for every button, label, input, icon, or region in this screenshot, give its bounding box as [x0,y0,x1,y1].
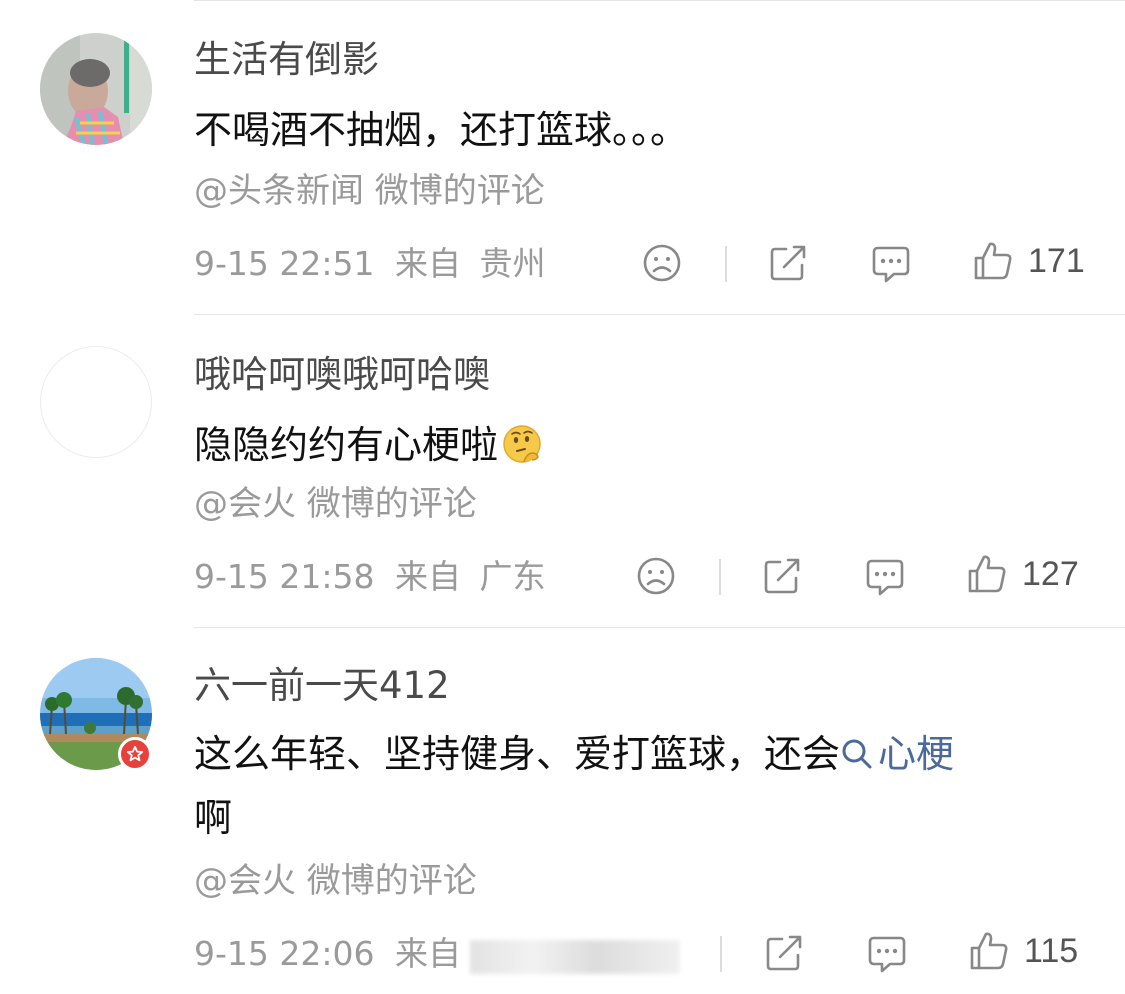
comment-location: 广东 [479,557,546,596]
like-button[interactable]: 171 [972,240,1085,282]
share-icon [766,935,802,971]
action-separator [719,559,721,595]
location-prefix: 来自 [395,934,461,973]
comment-icon [868,936,906,973]
obscured-region [470,940,680,974]
location-prefix: 来自 [395,557,461,596]
comment-icon [866,559,904,596]
comment-meta: 9-15 22:06 来自 [194,933,469,975]
avatar[interactable] [40,33,152,145]
avatar-photo [40,33,152,145]
comment-button[interactable] [870,243,912,285]
like-count: 127 [1022,554,1079,593]
dislike-button[interactable] [636,556,676,596]
comment-text: 隐隐约约有心梗啦 [194,413,1074,477]
search-icon [842,739,872,769]
comment-item-2: 哦哈呵噢哦呵哈噢 隐隐约约有心梗啦 @会火 微博的评论 9-15 21:58 来… [0,315,1125,628]
comment-source[interactable]: @会火 微博的评论 [194,483,477,525]
comment-text-content: 隐隐约约有心梗啦 [194,423,499,467]
dislike-button[interactable] [642,243,682,283]
username[interactable]: 六一前一天412 [194,664,450,708]
share-button[interactable] [768,243,810,283]
comment-item-3: 六一前一天412 这么年轻、坚持健身、爱打篮球，还会 心梗 啊 @会火 微博的评论… [0,628,1125,994]
comment-source[interactable]: @会火 微博的评论 [194,860,477,902]
share-button[interactable] [762,556,804,596]
comment-location: 贵州 [479,244,546,283]
like-icon [974,242,1012,280]
like-icon [968,555,1006,593]
like-button[interactable]: 127 [966,553,1079,595]
comment-source[interactable]: @头条新闻 微博的评论 [194,170,545,212]
thinking-face-emoji [503,425,541,463]
action-separator [725,246,727,282]
topic-link[interactable]: 心梗 [840,732,954,776]
comment-button[interactable] [864,556,906,598]
comment-time: 9-15 22:06 [194,934,375,973]
comment-text-content: 这么年轻、坚持健身、爱打篮球，还会 [194,732,841,776]
like-count: 115 [1024,931,1079,970]
sad-face-icon [637,557,675,595]
username[interactable]: 哦哈呵噢哦呵哈噢 [194,353,490,397]
username[interactable]: 生活有倒影 [194,38,379,82]
comment-button[interactable] [866,933,908,975]
comment-item-1: 生活有倒影 不喝酒不抽烟，还打篮球。。。 @头条新闻 微博的评论 9-15 22… [0,0,1125,315]
topic-link-label: 心梗 [878,732,955,776]
comment-meta: 9-15 22:51 来自 贵州 [194,243,546,285]
star-icon [126,745,144,762]
comment-time: 9-15 22:51 [194,244,375,283]
comment-text-content: 不喝酒不抽烟，还打篮球。。。 [194,108,689,152]
share-icon [770,245,806,281]
like-count: 171 [1028,241,1085,280]
comment-time: 9-15 21:58 [194,557,375,596]
share-icon [764,558,800,594]
verified-star-badge [118,737,152,771]
action-separator [720,936,722,972]
like-icon [970,932,1008,970]
location-prefix: 来自 [395,244,461,283]
like-button[interactable]: 115 [968,930,1078,972]
comment-text: 不喝酒不抽烟，还打篮球。。。 [194,98,1074,162]
sad-face-icon [643,244,681,282]
share-button[interactable] [764,933,806,973]
comment-text-end: 啊 [194,796,233,840]
avatar[interactable] [40,346,152,458]
comment-icon [872,246,910,283]
comment-text: 这么年轻、坚持健身、爱打篮球，还会 心梗 啊 [194,722,1074,850]
comment-meta: 9-15 21:58 来自 广东 [194,556,546,598]
